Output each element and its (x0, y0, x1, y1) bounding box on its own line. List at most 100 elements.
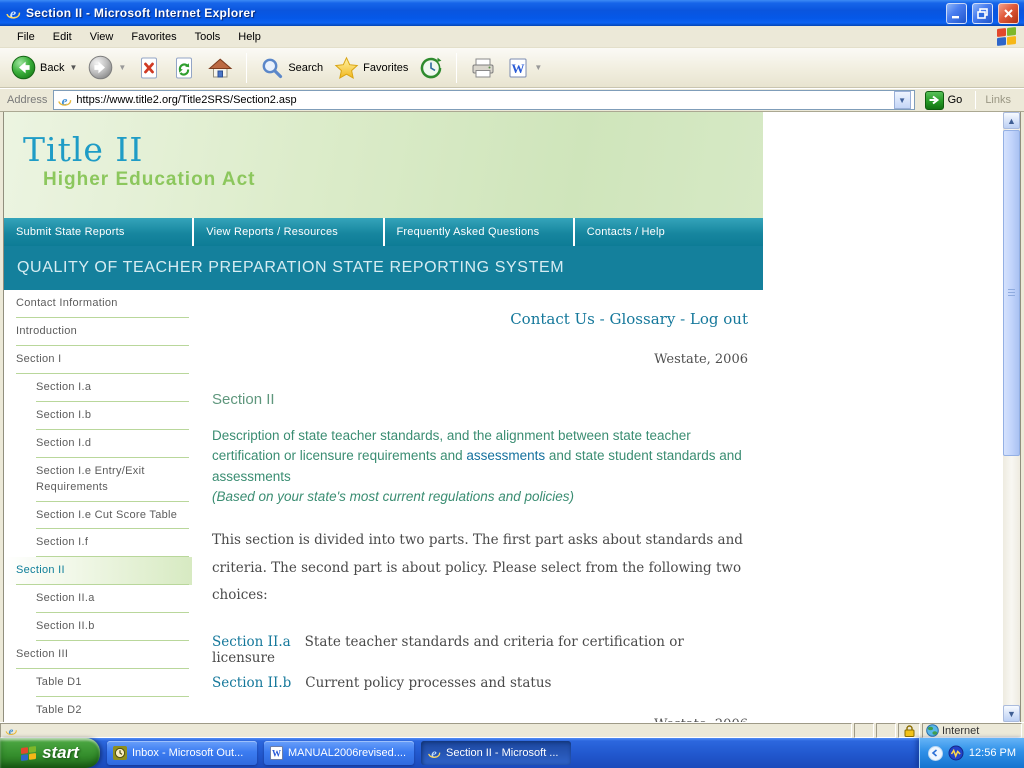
glossary-link[interactable]: Glossary (610, 310, 676, 328)
links-menu[interactable]: Links (985, 94, 1021, 106)
scroll-down-button[interactable]: ▼ (1003, 705, 1020, 722)
nav-tab-view-reports-resources[interactable]: View Reports / Resources (194, 218, 383, 246)
sidebar-item-section-i-b[interactable]: Section I.b (4, 402, 192, 430)
log-out-link[interactable]: Log out (690, 310, 748, 328)
nav-tab-contacts-help[interactable]: Contacts / Help (574, 218, 763, 246)
search-button[interactable]: Search (257, 54, 326, 82)
section-ii-b-link[interactable]: Section II.b (212, 675, 291, 691)
browser-toolbar: Back ▼ ▼ Search Favorites W ▼ (0, 48, 1024, 88)
sidebar-item-label: Section I.d (36, 436, 92, 449)
nav-tab-submit-state-reports[interactable]: Submit State Reports (4, 218, 193, 246)
choice-list: Section II.a State teacher standards and … (212, 634, 748, 691)
back-dropdown-icon[interactable]: ▼ (69, 63, 77, 72)
stop-button[interactable] (134, 54, 164, 82)
section-ii-a-link[interactable]: Section II.a (212, 634, 291, 650)
menu-file[interactable]: File (8, 28, 44, 46)
sidebar-item-section-i-e-entry-exit[interactable]: Section I.e Entry/Exit Requirements (4, 458, 192, 502)
hide-icons-chevron[interactable] (927, 745, 943, 761)
taskbar-button-label: Section II - Microsoft ... (446, 747, 559, 759)
favorites-star-icon (334, 56, 359, 79)
menu-view[interactable]: View (81, 28, 123, 46)
assessments-link[interactable]: assessments (466, 448, 545, 463)
taskbar-button-word[interactable]: W MANUAL2006revised.... (264, 741, 414, 765)
sidebar-item-table-d2[interactable]: Table D2 (4, 697, 192, 722)
start-button[interactable]: start (0, 738, 100, 768)
taskbar-button-ie-active[interactable]: e Section II - Microsoft ... (421, 741, 571, 765)
webpage: Title II Higher Education Act Submit Sta… (4, 112, 1003, 722)
status-main-panel: e (0, 723, 852, 738)
instructions-paragraph: This section is divided into two parts. … (212, 532, 743, 604)
sidebar-item-section-i-a[interactable]: Section I.a (4, 374, 192, 402)
restore-button[interactable] (972, 2, 993, 24)
forward-dropdown-icon[interactable]: ▼ (118, 63, 126, 72)
choice-text: Current policy processes and status (305, 675, 552, 692)
favorites-label: Favorites (363, 61, 409, 74)
sidebar-item-label: Section II.b (36, 620, 95, 633)
windows-logo-icon (21, 745, 37, 761)
primary-nav: Submit State Reports View Reports / Reso… (4, 218, 763, 246)
ie-icon: e (5, 5, 21, 21)
address-dropdown-button[interactable]: ▼ (893, 91, 911, 109)
sidebar-item-section-ii-a[interactable]: Section II.a (4, 585, 192, 614)
taskbar-clock[interactable]: 12:56 PM (969, 747, 1016, 759)
back-icon (11, 55, 36, 80)
sidebar-item-section-i-e-cut-score[interactable]: Section I.e Cut Score Table (4, 502, 192, 530)
sidebar-item-label: Introduction (16, 324, 78, 337)
browser-viewport: Title II Higher Education Act Submit Sta… (3, 112, 1021, 722)
taskbar-button-outlook[interactable]: Inbox - Microsoft Out... (107, 741, 257, 765)
sidebar-item-table-d1[interactable]: Table D1 (4, 669, 192, 698)
scrollbar-thumb[interactable] (1003, 130, 1020, 456)
desktop: e Section II - Microsoft Internet Explor… (0, 0, 1024, 768)
home-button[interactable] (204, 54, 236, 82)
contact-us-link[interactable]: Contact Us (510, 310, 595, 328)
toolbar-separator (456, 52, 458, 83)
sidebar-item-label: Table D1 (36, 676, 82, 689)
start-label: start (42, 743, 79, 762)
address-url: https://www.title2.org/Title2SRS/Section… (76, 94, 297, 106)
sidebar-item-section-ii-b[interactable]: Section II.b (4, 613, 192, 642)
sidebar-item-section-ii[interactable]: Section II (4, 557, 192, 586)
sidebar-item-label: Section II.a (36, 592, 95, 605)
zone-label: Internet (942, 724, 980, 737)
print-button[interactable] (467, 54, 499, 82)
sidebar-item-label: Contact Information (16, 297, 118, 309)
sidebar-item-contact-information[interactable]: Contact Information (4, 290, 192, 318)
sidebar-item-section-i-f[interactable]: Section I.f (4, 529, 192, 558)
toolbar-separator (246, 52, 248, 83)
address-input[interactable]: e https://www.title2.org/Title2SRS/Secti… (53, 90, 915, 110)
network-activity-icon[interactable] (948, 745, 964, 761)
sidebar-item-section-i[interactable]: Section I (4, 346, 192, 374)
ie-icon: e (427, 746, 441, 760)
edit-with-word-button[interactable]: W ▼ (504, 55, 545, 81)
favorites-button[interactable]: Favorites (331, 54, 411, 82)
menu-help[interactable]: Help (229, 28, 270, 46)
back-label: Back (40, 61, 65, 74)
svg-text:e: e (9, 727, 14, 737)
sidebar-item-introduction[interactable]: Introduction (4, 318, 192, 346)
window-titlebar[interactable]: e Section II - Microsoft Internet Explor… (0, 0, 1024, 26)
menu-tools[interactable]: Tools (186, 28, 230, 46)
forward-button[interactable]: ▼ (85, 53, 129, 82)
minimize-button[interactable] (946, 2, 967, 24)
choice-section-ii-b: Section II.b Current policy processes and… (212, 675, 748, 691)
menu-edit[interactable]: Edit (44, 28, 81, 46)
word-dropdown-icon[interactable]: ▼ (534, 63, 542, 72)
site-banner: Title II Higher Education Act (4, 112, 763, 218)
sidebar-item-section-iii[interactable]: Section III (4, 641, 192, 670)
go-button[interactable]: Go (921, 90, 967, 110)
refresh-button[interactable] (169, 54, 199, 82)
address-label: Address (7, 94, 48, 106)
history-button[interactable] (416, 54, 446, 82)
section-description: Description of state teacher standards, … (212, 426, 748, 507)
sidebar-item-label: Section I.e Entry/Exit Requirements (36, 464, 145, 493)
sidebar-item-section-i-d[interactable]: Section I.d (4, 430, 192, 458)
scroll-up-button[interactable]: ▲ (1003, 112, 1020, 129)
nav-tab-frequently-asked-questions[interactable]: Frequently Asked Questions (384, 218, 573, 246)
close-button[interactable] (998, 2, 1019, 24)
go-label: Go (947, 94, 963, 106)
svg-text:W: W (272, 749, 281, 759)
main-content: Contact Us - Glossary - Log out Westate,… (193, 290, 765, 722)
vertical-scrollbar[interactable]: ▲ ▼ (1003, 112, 1020, 722)
back-button[interactable]: Back ▼ (8, 53, 80, 82)
menu-favorites[interactable]: Favorites (122, 28, 185, 46)
